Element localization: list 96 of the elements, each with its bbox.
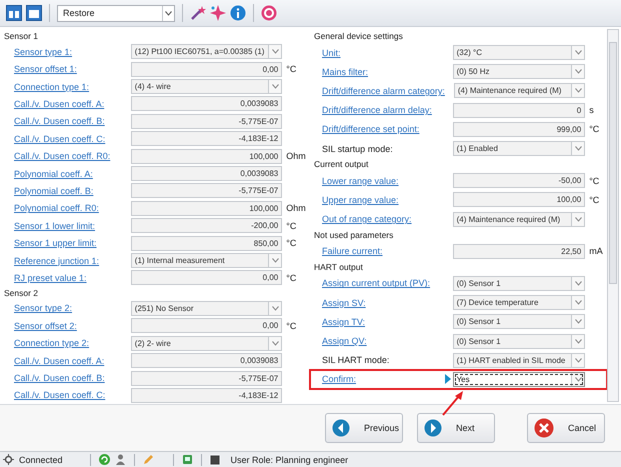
unit-label: °C bbox=[589, 124, 600, 134]
unit-label: °C bbox=[286, 320, 296, 331]
number-field[interactable]: 0,00 bbox=[130, 318, 282, 334]
number-field[interactable]: 0,0039083 bbox=[130, 353, 282, 368]
section-title: Not used parameters bbox=[313, 228, 394, 242]
number-field[interactable]: -5,775E-07 bbox=[130, 183, 282, 198]
field-label[interactable]: Connection type 2: bbox=[14, 338, 129, 348]
field-label[interactable]: Assign current output (PV): bbox=[322, 278, 443, 288]
dropdown-field[interactable]: (2) 2- wire bbox=[130, 336, 282, 351]
dropdown-field[interactable]: (1) Enabled bbox=[452, 141, 586, 156]
dropdown-field[interactable]: (0) 50 Hz bbox=[452, 64, 586, 80]
unit-label: °C bbox=[286, 64, 296, 74]
unit-label: mA bbox=[589, 246, 603, 256]
section-title: General device settings bbox=[313, 30, 404, 43]
field-label[interactable]: Reference junction 1: bbox=[14, 256, 129, 266]
number-field[interactable]: -4,183E-12 bbox=[130, 388, 282, 403]
field-label[interactable]: Assign QV: bbox=[322, 336, 443, 346]
view-dropdown[interactable]: Restore bbox=[57, 4, 175, 22]
dropdown-field[interactable]: (0) Sensor 1 bbox=[452, 314, 586, 330]
field-label[interactable]: Mains filter: bbox=[322, 66, 443, 77]
field-label[interactable]: Out of range category: bbox=[322, 214, 443, 224]
field-label[interactable]: Sensor offset 1: bbox=[14, 64, 129, 74]
number-field[interactable]: 100,00 bbox=[452, 192, 586, 208]
number-field[interactable]: -4,183E-12 bbox=[130, 131, 282, 146]
number-field[interactable]: 0,00 bbox=[130, 270, 282, 286]
unit-label: °C bbox=[589, 176, 600, 186]
field-label[interactable]: Upper range value: bbox=[322, 194, 443, 205]
field-label[interactable]: Assign SV: bbox=[322, 298, 443, 308]
field-label[interactable]: Drift/difference set point: bbox=[322, 124, 443, 134]
field-label[interactable]: Call./v. Dusen coeff. B: bbox=[14, 373, 129, 384]
unit-label: °C bbox=[286, 238, 296, 248]
dropdown-field[interactable]: (1) Internal measurement bbox=[130, 253, 282, 268]
unit-label: °C bbox=[286, 220, 296, 231]
field-label[interactable]: Polynomial coeff. R0: bbox=[14, 203, 129, 214]
field-label[interactable]: Drift/difference alarm category: bbox=[322, 86, 444, 96]
dropdown-field[interactable]: (0) Sensor 1 bbox=[452, 276, 586, 291]
next-button[interactable]: Next bbox=[417, 413, 495, 443]
field-label: SIL startup mode: bbox=[322, 144, 394, 154]
dropdown-field[interactable]: (251) No Sensor bbox=[130, 300, 282, 316]
number-field[interactable]: 100,000 bbox=[130, 200, 282, 216]
unit-label: °C bbox=[286, 272, 296, 283]
dropdown-field[interactable]: (4) Maintenance required (M) bbox=[452, 212, 586, 227]
number-field[interactable]: 0,0039083 bbox=[130, 96, 282, 112]
field-label[interactable]: Polynomial coeff. A: bbox=[14, 168, 129, 179]
number-field[interactable]: 0,00 bbox=[130, 62, 282, 77]
number-field[interactable]: 850,00 bbox=[130, 236, 282, 251]
number-field[interactable]: 0 bbox=[452, 102, 586, 118]
dropdown-field[interactable]: (32) °C bbox=[452, 45, 586, 60]
field-label[interactable]: Sensor offset 2: bbox=[14, 320, 129, 331]
section-title: Current output bbox=[313, 158, 370, 172]
field-label[interactable]: Assign TV: bbox=[322, 316, 443, 327]
unit-label: Ohm bbox=[286, 203, 306, 214]
field-label[interactable]: Polynomial coeff. B: bbox=[14, 186, 129, 196]
number-field[interactable]: -50,00 bbox=[452, 173, 586, 188]
section-title: Sensor 2 bbox=[3, 286, 40, 300]
dropdown-field[interactable]: (4) Maintenance required (M) bbox=[454, 83, 586, 98]
user-role-text: User Role: Planning engineer bbox=[230, 454, 348, 464]
dropdown-field[interactable]: (1) HART enabled in SIL mode bbox=[452, 352, 586, 368]
dropdown-field[interactable]: (7) Device temperature bbox=[452, 295, 586, 310]
unit-label: s bbox=[589, 105, 594, 116]
field-label[interactable]: Call./v. Dusen coeff. A: bbox=[14, 98, 129, 109]
field-label[interactable]: Call./v. Dusen coeff. B: bbox=[14, 116, 129, 126]
number-field[interactable]: 999,00 bbox=[452, 122, 586, 137]
field-label[interactable]: Confirm: bbox=[322, 374, 443, 384]
field-label[interactable]: Sensor type 2: bbox=[14, 303, 129, 314]
number-field[interactable]: 100,000 bbox=[130, 148, 282, 164]
number-field[interactable]: -200,00 bbox=[130, 218, 282, 234]
field-label[interactable]: Call./v. Dusen coeff. R0: bbox=[14, 151, 129, 162]
cancel-button[interactable]: Cancel bbox=[527, 413, 605, 443]
number-field[interactable]: -5,775E-07 bbox=[130, 370, 282, 386]
section-title: Sensor 1 bbox=[3, 30, 40, 43]
field-label[interactable]: Call./v. Dusen coeff. C: bbox=[14, 390, 129, 400]
dropdown-field[interactable]: (0) Sensor 1 bbox=[452, 334, 586, 349]
section-title: HART output bbox=[313, 260, 364, 274]
back-button[interactable]: Previous bbox=[325, 413, 403, 443]
field-label[interactable]: Sensor 1 upper limit: bbox=[14, 238, 129, 248]
field-label[interactable]: Drift/difference alarm delay: bbox=[322, 105, 443, 116]
number-field[interactable]: 22,50 bbox=[452, 244, 586, 259]
number-field[interactable]: -5,775E-07 bbox=[130, 114, 282, 129]
field-label[interactable]: Failure current: bbox=[322, 246, 443, 256]
field-label: SIL HART mode: bbox=[322, 355, 390, 366]
number-field[interactable]: 0,0039083 bbox=[130, 166, 282, 182]
dropdown-field[interactable]: Yes bbox=[452, 372, 586, 387]
field-label[interactable]: Sensor 1 lower limit: bbox=[14, 220, 129, 231]
unit-label: Ohm bbox=[286, 151, 306, 162]
dropdown-field[interactable]: (4) 4- wire bbox=[130, 79, 282, 94]
unit-label: °C bbox=[589, 194, 600, 205]
field-label[interactable]: Call./v. Dusen coeff. A: bbox=[14, 356, 129, 366]
dropdown-field[interactable]: (12) Pt100 IEC60751, a=0.00385 (1) bbox=[130, 44, 282, 60]
field-label[interactable]: Connection type 1: bbox=[14, 82, 129, 92]
connection-status: Connected bbox=[19, 454, 63, 464]
field-label[interactable]: Call./v. Dusen coeff. C: bbox=[14, 134, 129, 144]
field-label[interactable]: Lower range value: bbox=[322, 176, 443, 186]
field-label[interactable]: Unit: bbox=[322, 48, 443, 58]
field-label[interactable]: RJ preset value 1: bbox=[14, 272, 129, 283]
field-label[interactable]: Sensor type 1: bbox=[14, 46, 129, 57]
